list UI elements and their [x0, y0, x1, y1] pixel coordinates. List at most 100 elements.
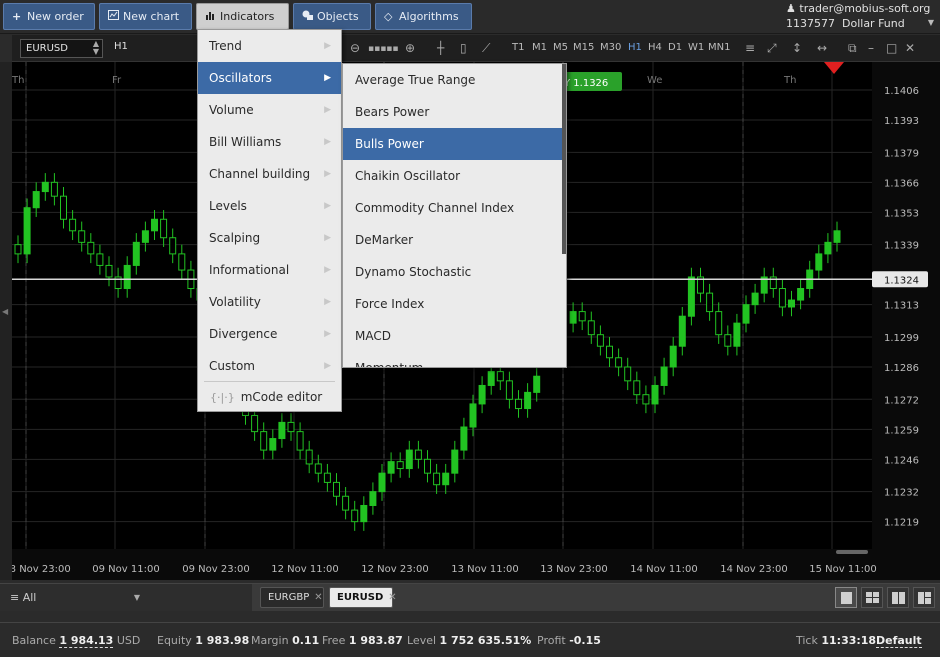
layout-single-button[interactable] — [835, 587, 857, 608]
timeframe-h4[interactable]: H4 — [648, 42, 662, 53]
submenu-item-bulls-power[interactable]: Bulls Power — [343, 128, 563, 160]
account-info[interactable]: ♟ trader@mobius-soft.org 1137577 Dollar … — [786, 1, 934, 31]
objects-button[interactable]: Objects — [293, 3, 371, 30]
left-panel-handle[interactable]: ◀ — [0, 62, 12, 580]
candle-body — [487, 371, 495, 386]
zoom-in-icon[interactable]: ⊕ — [405, 41, 415, 55]
submenu-scrollbar[interactable] — [562, 64, 566, 254]
free-margin-value: 1 983.87 — [348, 634, 403, 647]
candle-body — [524, 391, 532, 410]
close-icon[interactable]: ✕ — [314, 592, 322, 603]
zoom-out-icon[interactable]: ⊖ — [350, 41, 360, 55]
indicators-button[interactable]: Indicators — [196, 3, 289, 30]
oscillators-submenu: Momentum MACD Force Index Dynamo Stochastic… — [342, 63, 567, 368]
menu-item-informational[interactable]: Informational ▶ — [198, 254, 341, 286]
minimize-icon[interactable]: – — [868, 41, 874, 55]
line-chart-icon[interactable]: ⟋ — [482, 41, 490, 55]
timeframe-m30[interactable]: M30 — [600, 42, 621, 53]
time-label: 12 Nov 11:00 — [271, 564, 338, 575]
candle-body — [724, 334, 732, 347]
menu-item-oscillators[interactable]: Oscillators ▶ — [198, 62, 341, 94]
chevron-right-icon: ▶ — [324, 201, 331, 211]
maximize-icon[interactable]: □ — [886, 41, 897, 55]
submenu-item-chaikin-oscillator[interactable]: Chaikin Oscillator — [343, 160, 563, 192]
submenu-item-commodity-channel-index[interactable]: Commodity Channel Index — [343, 192, 563, 224]
candle-body — [733, 322, 741, 347]
symbol-filter-dropdown[interactable]: ≡ All ▼ — [0, 584, 140, 611]
candle-body — [578, 311, 586, 322]
timeframe-m5[interactable]: M5 — [553, 42, 568, 53]
submenu-item-demarker[interactable]: DeMarker — [343, 224, 563, 256]
code-icon: {·|·} — [210, 391, 235, 404]
time-label: 13 Nov 11:00 — [451, 564, 518, 575]
new-order-button[interactable]: + New order — [3, 3, 95, 30]
zoom-slider[interactable]: ▪▪▪▪▪ — [368, 42, 399, 56]
chevron-left-icon: ◀ — [2, 307, 9, 316]
submenu-item-dynamo-stochastic[interactable]: Dynamo Stochastic — [343, 256, 563, 288]
chart-icon — [108, 4, 119, 29]
menu-item-levels[interactable]: Levels ▶ — [198, 190, 341, 222]
mcode-editor-item[interactable]: {·|·} mCode editor — [198, 382, 341, 412]
candle-body — [260, 431, 268, 451]
list-icon: ≡ — [10, 591, 20, 604]
layers-icon[interactable]: ≡ — [745, 41, 755, 55]
menu-item-bill-williams[interactable]: Bill Williams ▶ — [198, 126, 341, 158]
candle-body — [797, 288, 805, 301]
submenu-item-macd[interactable]: MACD — [343, 320, 563, 352]
candles-icon[interactable]: ▯ — [460, 41, 467, 55]
tab-eurgbp[interactable]: EURGBP ✕ — [260, 587, 324, 608]
objects-icon — [302, 4, 313, 29]
menu-item-volume[interactable]: Volume ▶ — [198, 94, 341, 126]
timeframe-d1[interactable]: D1 — [668, 42, 682, 53]
close-icon[interactable]: ✕ — [905, 41, 915, 55]
layout-grid-button[interactable] — [861, 587, 883, 608]
candle-body — [778, 288, 786, 308]
candle-body — [323, 472, 331, 483]
timeframe-h1[interactable]: H1 — [628, 42, 642, 53]
symbol-selector[interactable]: EURUSD ▲ ▼ — [20, 39, 103, 58]
balance-value[interactable]: 1 984.13 — [59, 634, 114, 648]
autoscale-icon[interactable]: ⤢ — [767, 41, 777, 55]
algorithms-button[interactable]: ◇ Algorithms — [375, 3, 472, 30]
alert-marker-icon[interactable] — [824, 62, 844, 74]
equity-value: 1 983.98 — [195, 634, 250, 647]
horizontal-scale-icon[interactable]: ↔ — [817, 41, 827, 55]
menu-item-divergence[interactable]: Divergence ▶ — [198, 318, 341, 350]
menu-item-volatility[interactable]: Volatility ▶ — [198, 286, 341, 318]
close-icon[interactable]: ✕ — [388, 592, 396, 603]
candle-body — [442, 472, 450, 486]
new-chart-button[interactable]: New chart — [99, 3, 192, 30]
price-label: 1.1246 — [884, 455, 919, 466]
menu-item-custom[interactable]: Custom ▶ — [198, 350, 341, 382]
layout-split-button[interactable] — [913, 587, 935, 608]
submenu-item-average-true-range[interactable]: Average True Range — [343, 64, 563, 96]
candle-body — [451, 449, 459, 474]
bar-type-icon[interactable]: ┼ — [437, 41, 444, 55]
submenu-item-force-index[interactable]: Force Index — [343, 288, 563, 320]
detach-icon[interactable]: ⧉ — [848, 41, 857, 55]
time-label: 15 Nov 11:00 — [809, 564, 876, 575]
timeframe-mn1[interactable]: MN1 — [708, 42, 730, 53]
timeframe-t1[interactable]: T1 — [512, 42, 524, 53]
menu-item-trend[interactable]: Trend ▶ — [198, 30, 341, 62]
tab-eurusd[interactable]: EURUSD ✕ — [329, 587, 397, 608]
timeframe-m15[interactable]: M15 — [573, 42, 594, 53]
day-label: We — [647, 75, 662, 86]
candle-body — [278, 421, 286, 440]
candle-body — [515, 398, 522, 410]
price-label: 1.1219 — [884, 518, 919, 529]
menu-item-scalping[interactable]: Scalping ▶ — [198, 222, 341, 254]
layout-columns-button[interactable] — [887, 587, 909, 608]
timeframe-w1[interactable]: W1 — [688, 42, 704, 53]
chevron-down-icon[interactable]: ▼ — [928, 18, 934, 27]
submenu-item-bears-power[interactable]: Bears Power — [343, 96, 563, 128]
default-profile-link[interactable]: Default — [876, 634, 922, 648]
current-price-label: 1.1324 — [884, 275, 919, 286]
submenu-item-momentum[interactable]: Momentum — [343, 352, 563, 367]
candle-body — [132, 241, 140, 266]
menu-item-channel-building[interactable]: Channel building ▶ — [198, 158, 341, 190]
timeframe-m1[interactable]: M1 — [532, 42, 547, 53]
candle-body — [151, 218, 158, 232]
chart-scrollbar[interactable] — [836, 550, 868, 554]
vertical-scale-icon[interactable]: ↕ — [792, 41, 802, 55]
